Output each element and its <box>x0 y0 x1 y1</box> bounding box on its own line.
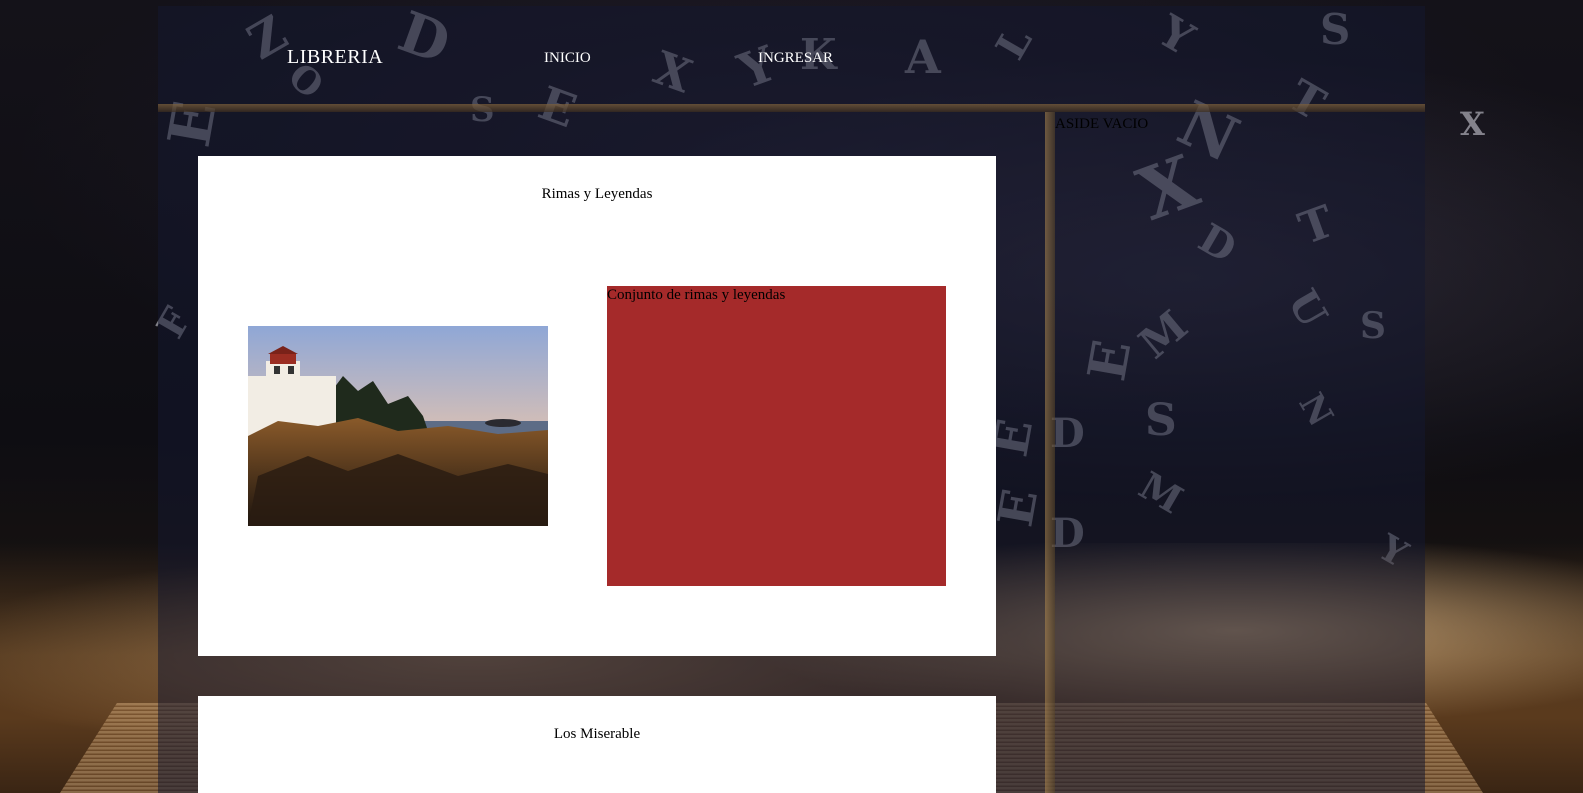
header-divider <box>158 104 1425 112</box>
book-card: Los Miserable <box>198 696 996 793</box>
book-cover-image <box>248 326 548 526</box>
book-title: Rimas y Leyendas <box>541 186 653 202</box>
book-description-box: Conjunto de rimas y leyendas <box>607 286 946 586</box>
book-card: Rimas y Leyendas Conjunto de rimas y ley… <box>198 156 996 656</box>
site-brand: LIBRERIA <box>287 46 384 68</box>
aside-panel <box>1045 112 1425 793</box>
book-title: Los Miserable <box>553 726 641 742</box>
aside-title: ASIDE VACIO <box>1055 116 1149 132</box>
nav-link-ingresar[interactable]: INGRESAR <box>758 50 833 67</box>
lighthouse-photo <box>248 326 548 526</box>
site-header: LIBRERIA INICIO INGRESAR <box>158 6 1425 106</box>
nav-link-inicio[interactable]: INICIO <box>544 50 591 67</box>
book-description: Conjunto de rimas y leyendas <box>607 287 786 303</box>
